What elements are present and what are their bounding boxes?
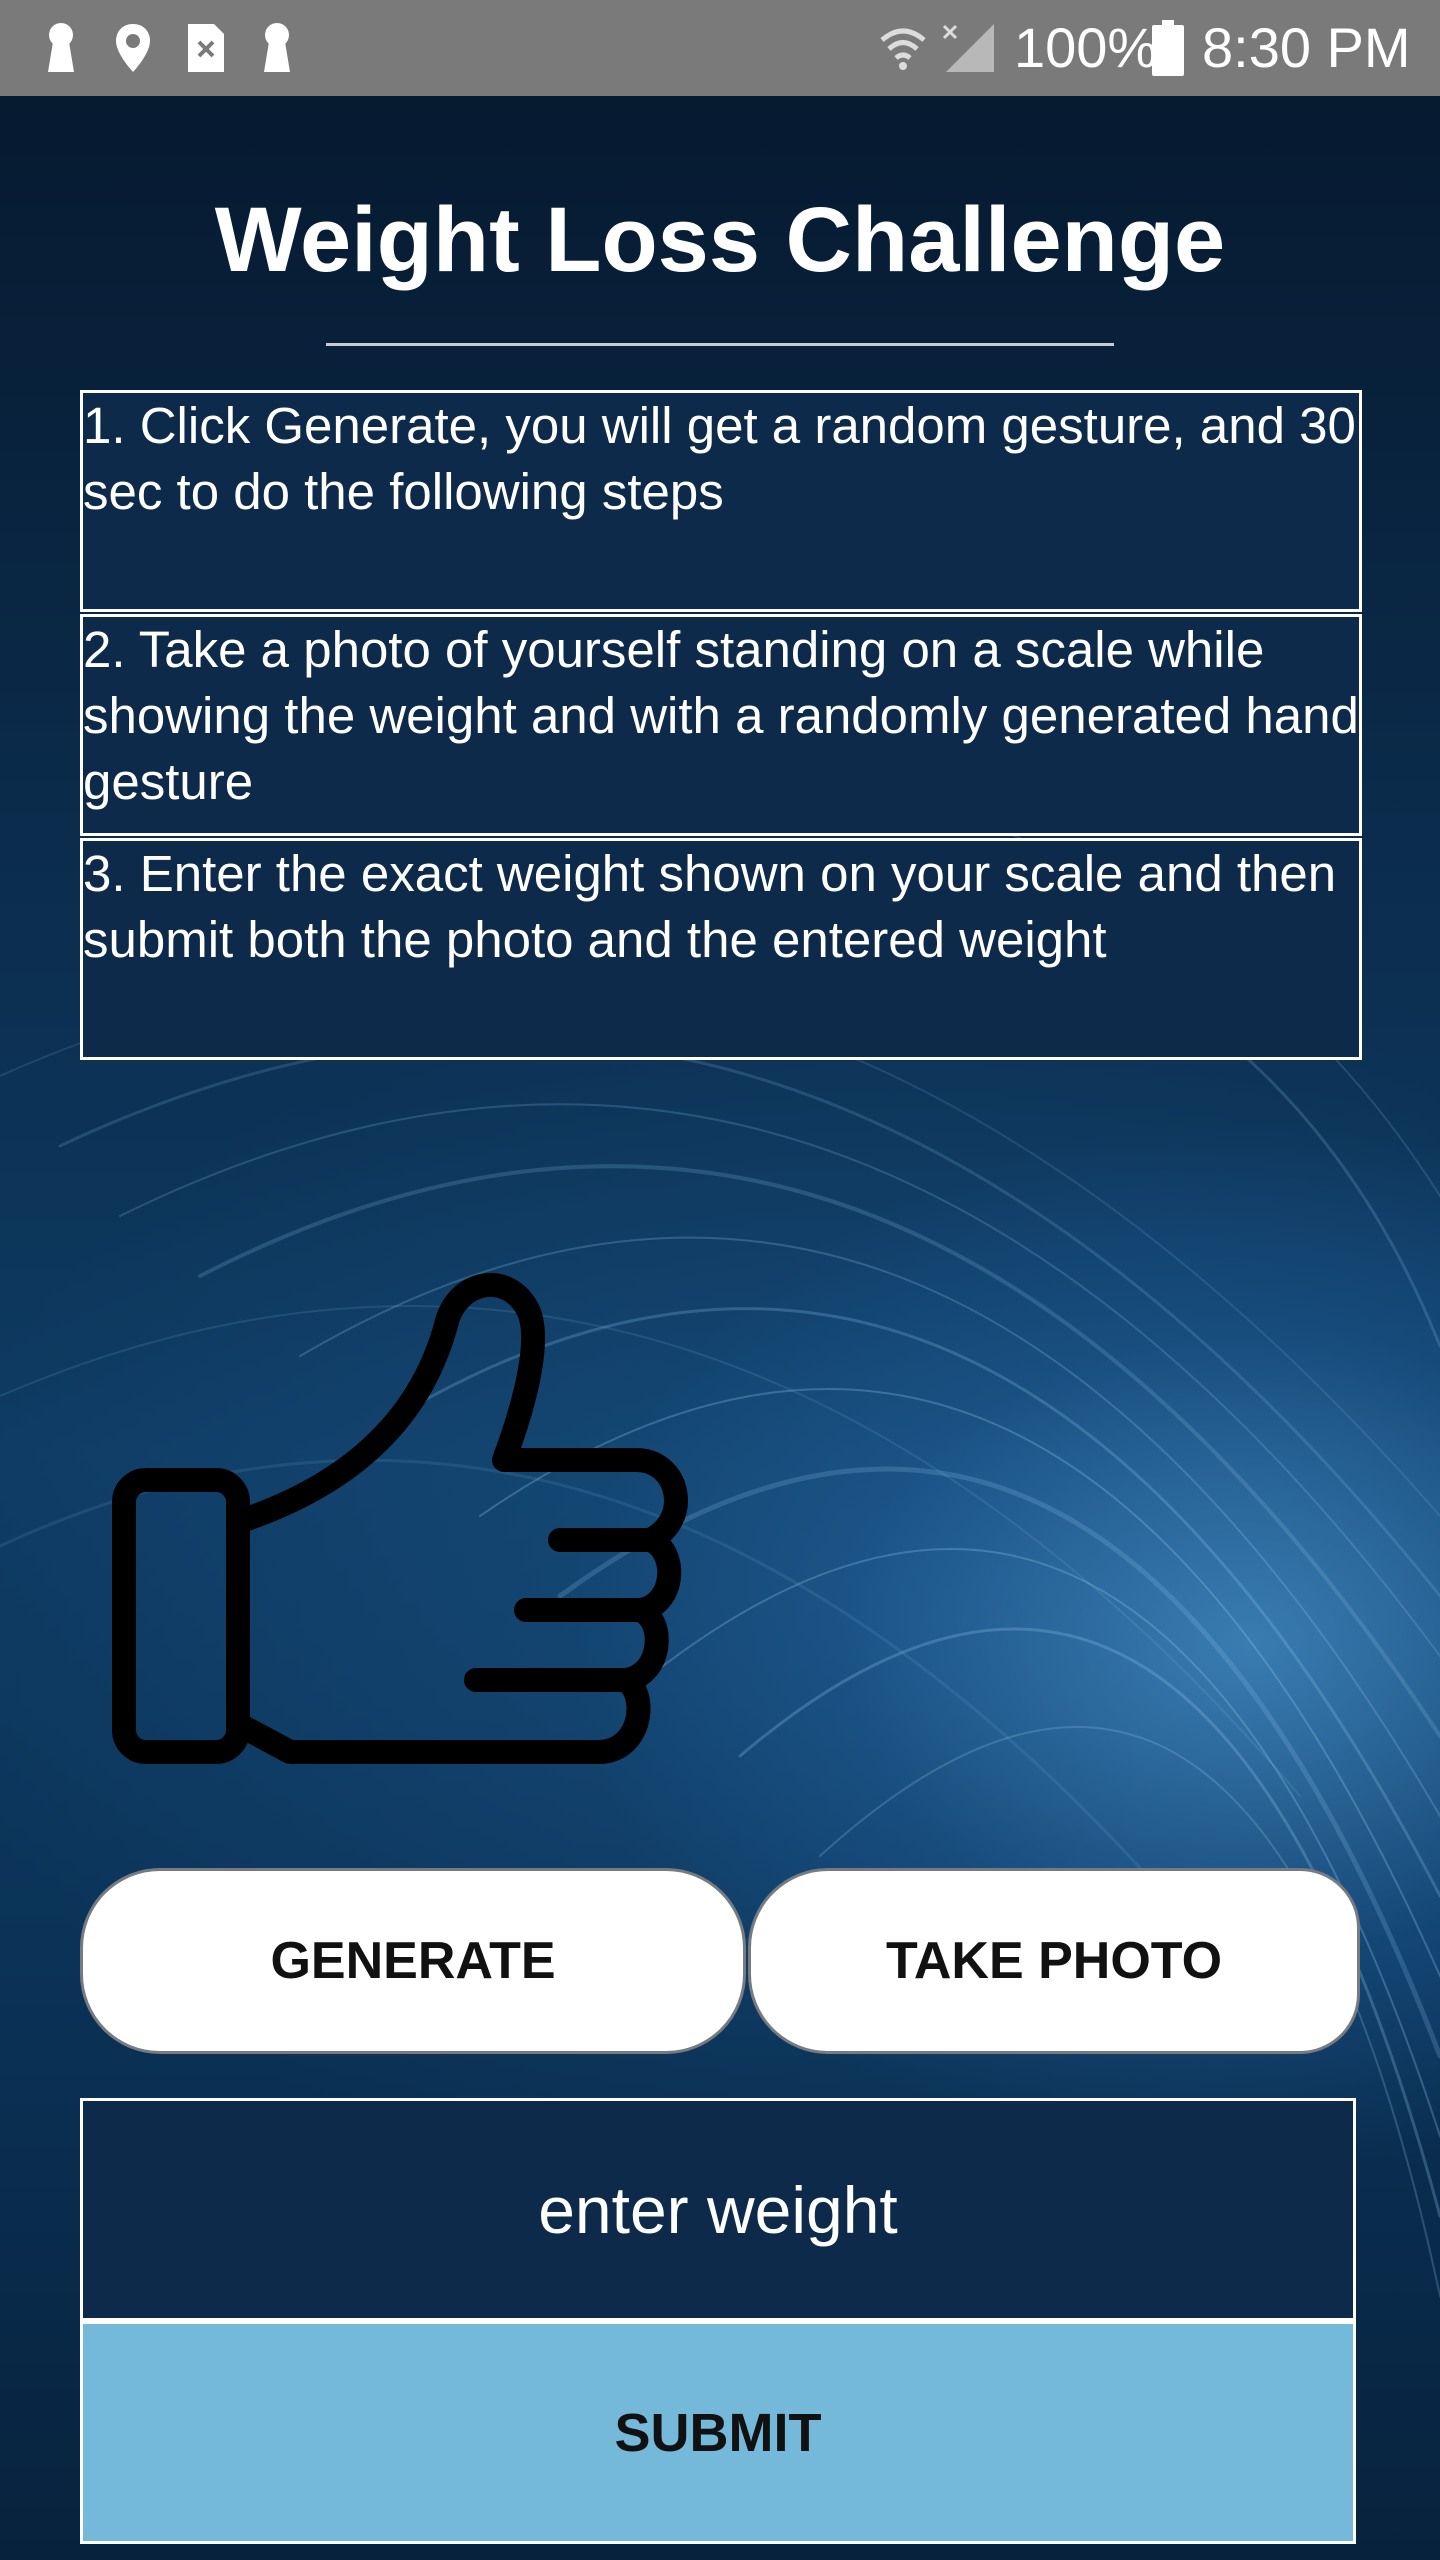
submit-button[interactable]: SUBMIT: [80, 2324, 1356, 2544]
status-bar: 100% 8:30 PM: [0, 0, 1440, 96]
instruction-step-3: 3. Enter the exact weight shown on your …: [80, 838, 1362, 1060]
thumbs-up-icon: [112, 1272, 688, 1764]
no-signal-icon: [942, 24, 994, 72]
battery-full-icon: [1152, 20, 1184, 76]
weight-field[interactable]: [80, 2098, 1356, 2319]
take-photo-button[interactable]: TAKE PHOTO: [748, 1868, 1360, 2054]
title-divider: [326, 343, 1114, 346]
location-pin-icon: [116, 24, 150, 72]
wifi-icon: [880, 28, 926, 70]
instruction-step-2: 2. Take a photo of yourself standing on …: [80, 614, 1362, 836]
instruction-step-text: 3. Enter the exact weight shown on your …: [83, 845, 1337, 968]
keyhole-icon: [264, 23, 290, 72]
sim-error-icon: [188, 24, 224, 72]
instruction-step-text: 2. Take a photo of yourself standing on …: [83, 621, 1359, 810]
weight-input[interactable]: [83, 2100, 1353, 2319]
instruction-step-text: 1. Click Generate, you will get a random…: [83, 397, 1356, 520]
clock: 8:30 PM: [1202, 16, 1411, 79]
battery-percent: 100%: [1014, 16, 1158, 79]
generate-button[interactable]: GENERATE: [80, 1868, 746, 2054]
app-screen: 100% 8:30 PM Weight Loss Challenge 1. Cl…: [0, 0, 1440, 2560]
instruction-step-1: 1. Click Generate, you will get a random…: [80, 390, 1362, 612]
page-title: Weight Loss Challenge: [214, 189, 1226, 291]
keyhole-icon: [48, 23, 74, 72]
